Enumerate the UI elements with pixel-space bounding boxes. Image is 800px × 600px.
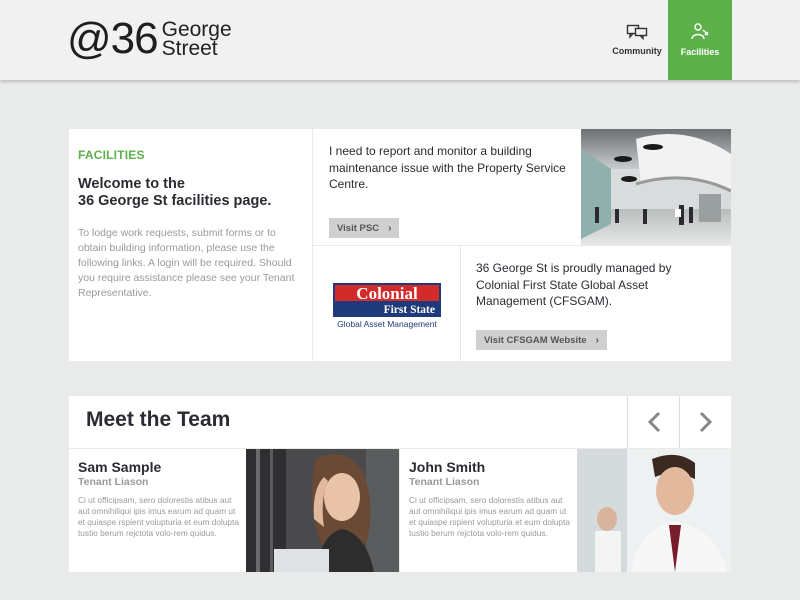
person-with-tools-icon	[691, 23, 709, 40]
cfsgam-logo-panel: Colonial First State Global Asset Manage…	[313, 246, 460, 361]
nav-community[interactable]: Community	[605, 0, 669, 80]
nav-community-label: Community	[612, 46, 662, 56]
site-logo[interactable]: @36 George Street	[67, 14, 232, 64]
facilities-intro-panel: FACILITIES Welcome to the 36 George St f…	[69, 129, 312, 361]
logo-sub-text: George Street	[161, 19, 232, 60]
welcome-line-1: Welcome to the	[78, 176, 185, 192]
logo-main-text: @36	[67, 14, 159, 63]
nav-facilities[interactable]: Facilities	[668, 0, 732, 80]
member-photo	[577, 449, 731, 572]
carousel-next-button[interactable]	[679, 396, 731, 448]
site-header: @36 George Street Community Facilities	[0, 0, 800, 80]
logo-first-state: First State	[333, 303, 441, 317]
cfsgam-panel: 36 George St is proudly managed by Colon…	[461, 246, 731, 361]
office-lobby-illustration	[581, 129, 731, 245]
team-member-card: Sam Sample Tenant Liason Ci ut officipsa…	[69, 449, 246, 572]
chevron-right-icon	[699, 411, 712, 433]
visit-cfsgam-label: Visit CFSGAM Website	[484, 334, 587, 346]
member-photo	[246, 449, 399, 572]
speech-bubbles-icon	[626, 24, 648, 40]
member-name: Sam Sample	[78, 459, 162, 475]
nav-facilities-label: Facilities	[680, 47, 720, 57]
member-bio: Ci ut officipsam, sero dolorestis atibus…	[78, 495, 239, 539]
carousel-prev-button[interactable]	[627, 396, 679, 448]
visit-cfsgam-button[interactable]: Visit CFSGAM Website ›	[476, 330, 607, 350]
chevron-right-icon: ›	[388, 222, 392, 234]
cfsgam-text: 36 George St is proudly managed by Colon…	[476, 261, 672, 308]
welcome-line-2: 36 George St facilities page.	[78, 193, 272, 209]
member-bio: Ci ut officipsam, sero dolorestis atibus…	[409, 495, 570, 539]
psc-panel: I need to report and monitor a building …	[313, 129, 581, 245]
team-member-card: John Smith Tenant Liason Ci ut officipsa…	[400, 449, 577, 572]
logo-colonial: Colonial	[333, 283, 441, 303]
team-title: Meet the Team	[86, 408, 231, 431]
member-role: Tenant Liason	[409, 476, 480, 488]
member-name: John Smith	[409, 459, 486, 475]
office-lobby-photo	[581, 129, 731, 245]
psc-text: I need to report and monitor a building …	[329, 144, 566, 191]
section-label: FACILITIES	[78, 148, 145, 162]
logo-global-asset-management: Global Asset Management	[337, 319, 437, 329]
member-role: Tenant Liason	[78, 476, 149, 488]
visit-psc-button[interactable]: Visit PSC ›	[329, 218, 400, 238]
logo-line-2: Street	[161, 37, 218, 60]
chevron-left-icon	[647, 411, 660, 433]
colonial-first-state-logo: Colonial First State Global Asset Manage…	[333, 283, 441, 329]
welcome-heading: Welcome to the 36 George St facilities p…	[78, 176, 303, 210]
man-portrait	[577, 449, 731, 572]
visit-psc-label: Visit PSC	[337, 222, 380, 234]
team-header: Meet the Team	[69, 396, 731, 448]
chevron-right-icon: ›	[595, 334, 599, 346]
intro-paragraph: To lodge work requests, submit forms or …	[78, 227, 295, 299]
woman-portrait	[246, 449, 399, 572]
